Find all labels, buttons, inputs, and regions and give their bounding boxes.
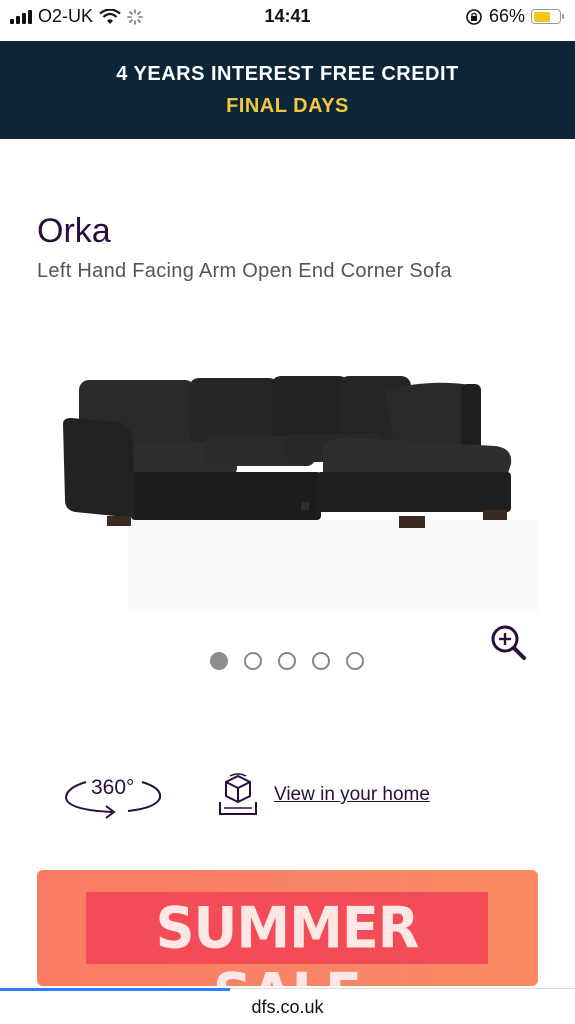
sale-label-box: SUMMER SALE <box>86 892 488 986</box>
promo-banner[interactable]: 4 YEARS INTEREST FREE CREDIT FINAL DAYS <box>0 41 575 139</box>
view-360-label: 360° <box>91 776 135 799</box>
product-name: Orka <box>37 212 111 250</box>
status-right: 66% <box>465 6 564 27</box>
promo-headline: 4 YEARS INTEREST FREE CREDIT <box>116 63 459 85</box>
carousel-dot-1[interactable] <box>210 652 228 670</box>
view-360-button[interactable]: 360° <box>62 770 166 824</box>
ar-cube-icon <box>219 773 257 815</box>
carousel-dot-4[interactable] <box>312 652 330 670</box>
carousel-dot-5[interactable] <box>346 652 364 670</box>
carousel-dots <box>210 652 364 670</box>
carousel-dot-2[interactable] <box>244 652 262 670</box>
sale-text: SUMMER SALE <box>155 894 420 986</box>
battery-percent: 66% <box>488 6 525 26</box>
view-in-home-link[interactable]: View in your home <box>274 784 430 806</box>
view-in-home-button[interactable]: View in your home <box>216 772 430 818</box>
battery-icon <box>531 9 564 24</box>
battery-fill <box>533 11 550 22</box>
zoom-in-icon[interactable] <box>488 622 528 662</box>
rotation-lock-icon <box>466 8 482 25</box>
page-load-progress <box>0 988 230 991</box>
corner-sofa-image[interactable] <box>55 360 525 620</box>
carousel-dot-3[interactable] <box>278 652 296 670</box>
browser-address-bar[interactable]: dfs.co.uk <box>0 988 575 1024</box>
promo-subline: FINAL DAYS <box>226 95 349 117</box>
status-bar: O2-UK 14:41 66% <box>0 0 575 38</box>
product-description: Left Hand Facing Arm Open End Corner Sof… <box>37 260 452 282</box>
browser-url[interactable]: dfs.co.uk <box>0 997 575 1018</box>
summer-sale-banner[interactable]: SUMMER SALE <box>37 870 538 986</box>
